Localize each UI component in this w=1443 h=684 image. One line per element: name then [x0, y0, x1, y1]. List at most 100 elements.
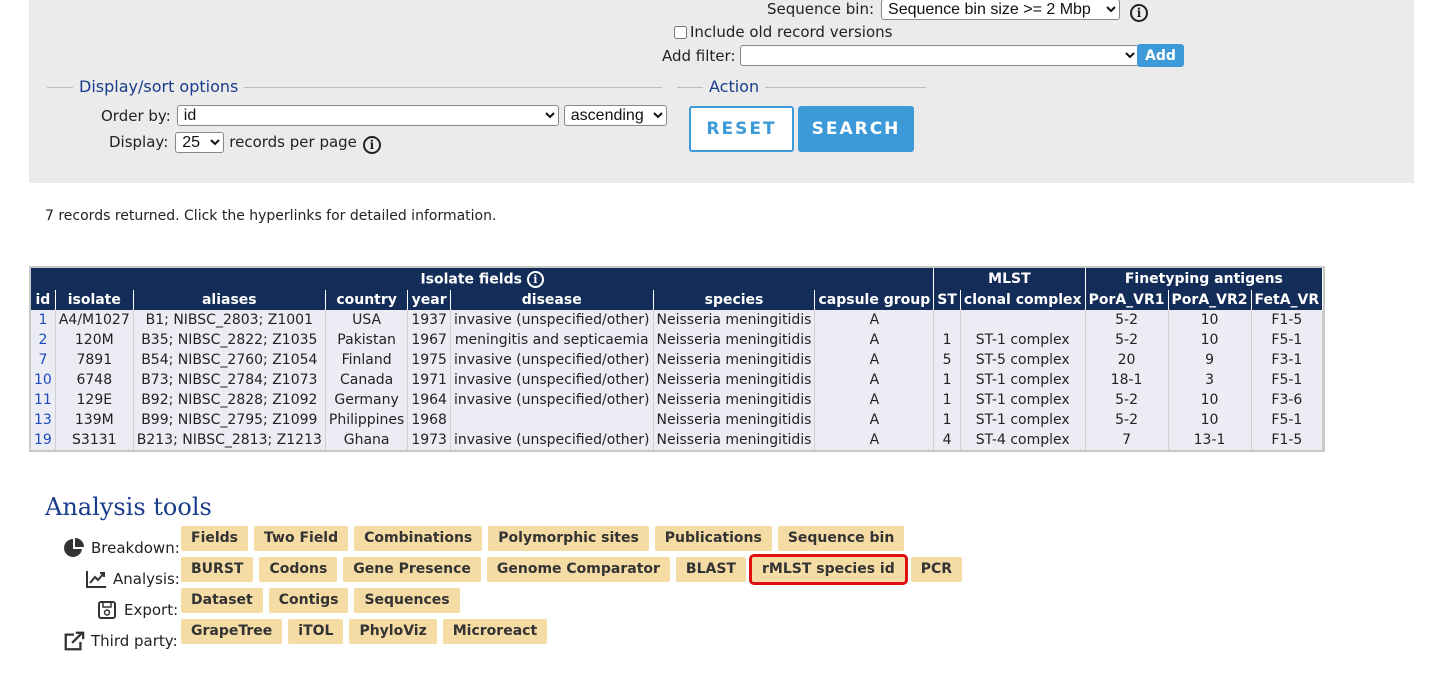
records-per-page-label: records per page — [229, 133, 357, 151]
column-header-id[interactable]: id — [31, 290, 56, 310]
column-header-aliases[interactable]: aliases — [133, 290, 326, 310]
tools-row-analysis: Analysis: — [85, 568, 180, 590]
tool-button-two-field[interactable]: Two Field — [254, 525, 349, 551]
tool-button-genome-comparator[interactable]: Genome Comparator — [486, 556, 670, 582]
order-by-row: Order by: id ascending — [101, 105, 667, 126]
column-header-pora-vr1[interactable]: PorA_VR1 — [1085, 290, 1169, 310]
column-header-species[interactable]: species — [653, 290, 816, 310]
tool-button-codons[interactable]: Codons — [259, 556, 338, 582]
table-cell: ST-4 complex — [960, 430, 1086, 450]
table-cell: Neisseria meningitidis — [653, 310, 816, 330]
info-icon[interactable]: i — [362, 136, 381, 154]
add-filter-select[interactable] — [739, 45, 1139, 66]
pie-chart-icon — [63, 537, 85, 559]
tool-button-phyloviz[interactable]: PhyloViz — [349, 618, 437, 644]
isolate-id-link[interactable]: 19 — [34, 432, 52, 448]
sort-direction-select[interactable]: ascending — [563, 105, 667, 126]
tool-button-gene-presence[interactable]: Gene Presence — [343, 556, 481, 582]
table-cell: 4 — [933, 430, 961, 450]
tool-button-contigs[interactable]: Contigs — [268, 587, 349, 613]
table-cell: 7 — [31, 350, 56, 370]
column-header-capsule-group[interactable]: capsule group — [814, 290, 935, 310]
table-row: 19 S3131 B213; NIBSC_2813; Z1213 Ghana 1973 i… — [31, 430, 1324, 450]
tool-button-rmlst-species-id[interactable]: rMLST species id — [748, 553, 908, 585]
table-cell: 1 — [933, 370, 961, 390]
tools-label-breakdown: Breakdown: — [91, 539, 180, 557]
tool-button-sequences[interactable]: Sequences — [354, 587, 460, 613]
info-icon[interactable]: i — [1130, 4, 1149, 22]
tool-button-burst[interactable]: BURST — [181, 556, 254, 582]
add-filter-label: Add filter: — [662, 46, 736, 65]
results-table-wrapper: Isolate fields i MLST Finetyping antigen… — [29, 266, 1326, 452]
table-cell: invasive (unspecified/other) — [450, 390, 654, 410]
analysis-tools-title: Analysis tools — [45, 493, 212, 521]
table-cell: 5-2 — [1085, 410, 1169, 430]
isolate-id-link[interactable]: 7 — [38, 352, 47, 368]
table-cell: B99; NIBSC_2795; Z1099 — [133, 410, 326, 430]
table-cell: S3131 — [55, 430, 134, 450]
table-cell: Neisseria meningitidis — [653, 370, 816, 390]
tool-button-blast[interactable]: BLAST — [675, 556, 746, 582]
tool-button-dataset[interactable]: Dataset — [181, 587, 263, 613]
order-by-select[interactable]: id — [176, 105, 559, 126]
isolate-id-link[interactable]: 11 — [34, 392, 52, 408]
tool-button-sequence-bin[interactable]: Sequence bin — [777, 525, 905, 551]
tool-button-pcr[interactable]: PCR — [910, 556, 963, 582]
line-chart-icon — [85, 568, 107, 590]
tool-button-polymorphic-sites[interactable]: Polymorphic sites — [488, 525, 649, 551]
external-link-icon — [63, 630, 85, 652]
table-cell: 7 — [1085, 430, 1169, 450]
column-header-year[interactable]: year — [407, 290, 451, 310]
table-cell: invasive (unspecified/other) — [450, 350, 654, 370]
sequence-bin-select[interactable]: Sequence bin size >= 2 Mbp — [881, 0, 1121, 20]
tool-button-publications[interactable]: Publications — [654, 525, 772, 551]
search-button[interactable]: SEARCH — [798, 106, 914, 152]
table-cell: 3 — [1168, 370, 1252, 390]
table-cell: 13 — [31, 410, 56, 430]
tool-button-itol[interactable]: iTOL — [288, 618, 344, 644]
table-cell: 9 — [1168, 350, 1252, 370]
column-header-st[interactable]: ST — [933, 290, 961, 310]
add-filter-button[interactable]: Add — [1137, 44, 1184, 67]
table-row: 11 129E B92; NIBSC_2828; Z1092 Germany 1964 i… — [31, 390, 1324, 410]
table-cell: B1; NIBSC_2803; Z1001 — [133, 310, 326, 330]
display-sort-fieldset: Display/sort options — [47, 77, 662, 96]
tool-button-microreact[interactable]: Microreact — [442, 618, 548, 644]
group-header-finetyping: Finetyping antigens — [1085, 268, 1324, 290]
tools-row-export: Export: — [96, 599, 178, 621]
table-cell: B213; NIBSC_2813; Z1213 — [133, 430, 326, 450]
results-summary: 7 records returned. Click the hyperlinks… — [45, 208, 497, 224]
info-icon[interactable]: i — [526, 270, 544, 288]
table-cell: 5-2 — [1085, 310, 1169, 330]
tool-button-fields[interactable]: Fields — [181, 525, 249, 551]
include-old-checkbox[interactable] — [674, 25, 687, 39]
table-cell: Neisseria meningitidis — [653, 390, 816, 410]
column-header-disease[interactable]: disease — [450, 290, 654, 310]
include-old-row: Include old record versions — [674, 23, 892, 41]
isolate-id-link[interactable]: 2 — [38, 332, 47, 348]
records-per-page-select[interactable]: 25 — [175, 131, 225, 153]
tool-button-combinations[interactable]: Combinations — [354, 525, 483, 551]
table-cell: ST-1 complex — [960, 390, 1086, 410]
table-cell: A — [814, 390, 935, 410]
table-cell: meningitis and septicaemia — [450, 330, 654, 350]
column-header-country[interactable]: country — [325, 290, 409, 310]
isolate-id-link[interactable]: 1 — [38, 312, 47, 328]
column-header-clonal-complex[interactable]: clonal complex — [960, 290, 1086, 310]
reset-button[interactable]: RESET — [689, 106, 794, 152]
table-cell: 18-1 — [1085, 370, 1169, 390]
column-header-feta-vr[interactable]: FetA_VR — [1251, 290, 1324, 310]
column-header-isolate[interactable]: isolate — [55, 290, 134, 310]
column-header-pora-vr2[interactable]: PorA_VR2 — [1168, 290, 1252, 310]
table-cell: 19 — [31, 430, 56, 450]
table-cell: 1967 — [407, 330, 451, 350]
table-cell: 11 — [31, 390, 56, 410]
table-cell — [960, 310, 1086, 330]
isolate-id-link[interactable]: 10 — [34, 372, 52, 388]
table-cell: Pakistan — [325, 330, 409, 350]
isolate-id-link[interactable]: 13 — [34, 412, 52, 428]
table-cell: 129E — [55, 390, 134, 410]
table-cell: A — [814, 370, 935, 390]
tool-button-grapetree[interactable]: GrapeTree — [181, 618, 283, 644]
group-header-isolate-fields: Isolate fields i — [31, 268, 935, 290]
